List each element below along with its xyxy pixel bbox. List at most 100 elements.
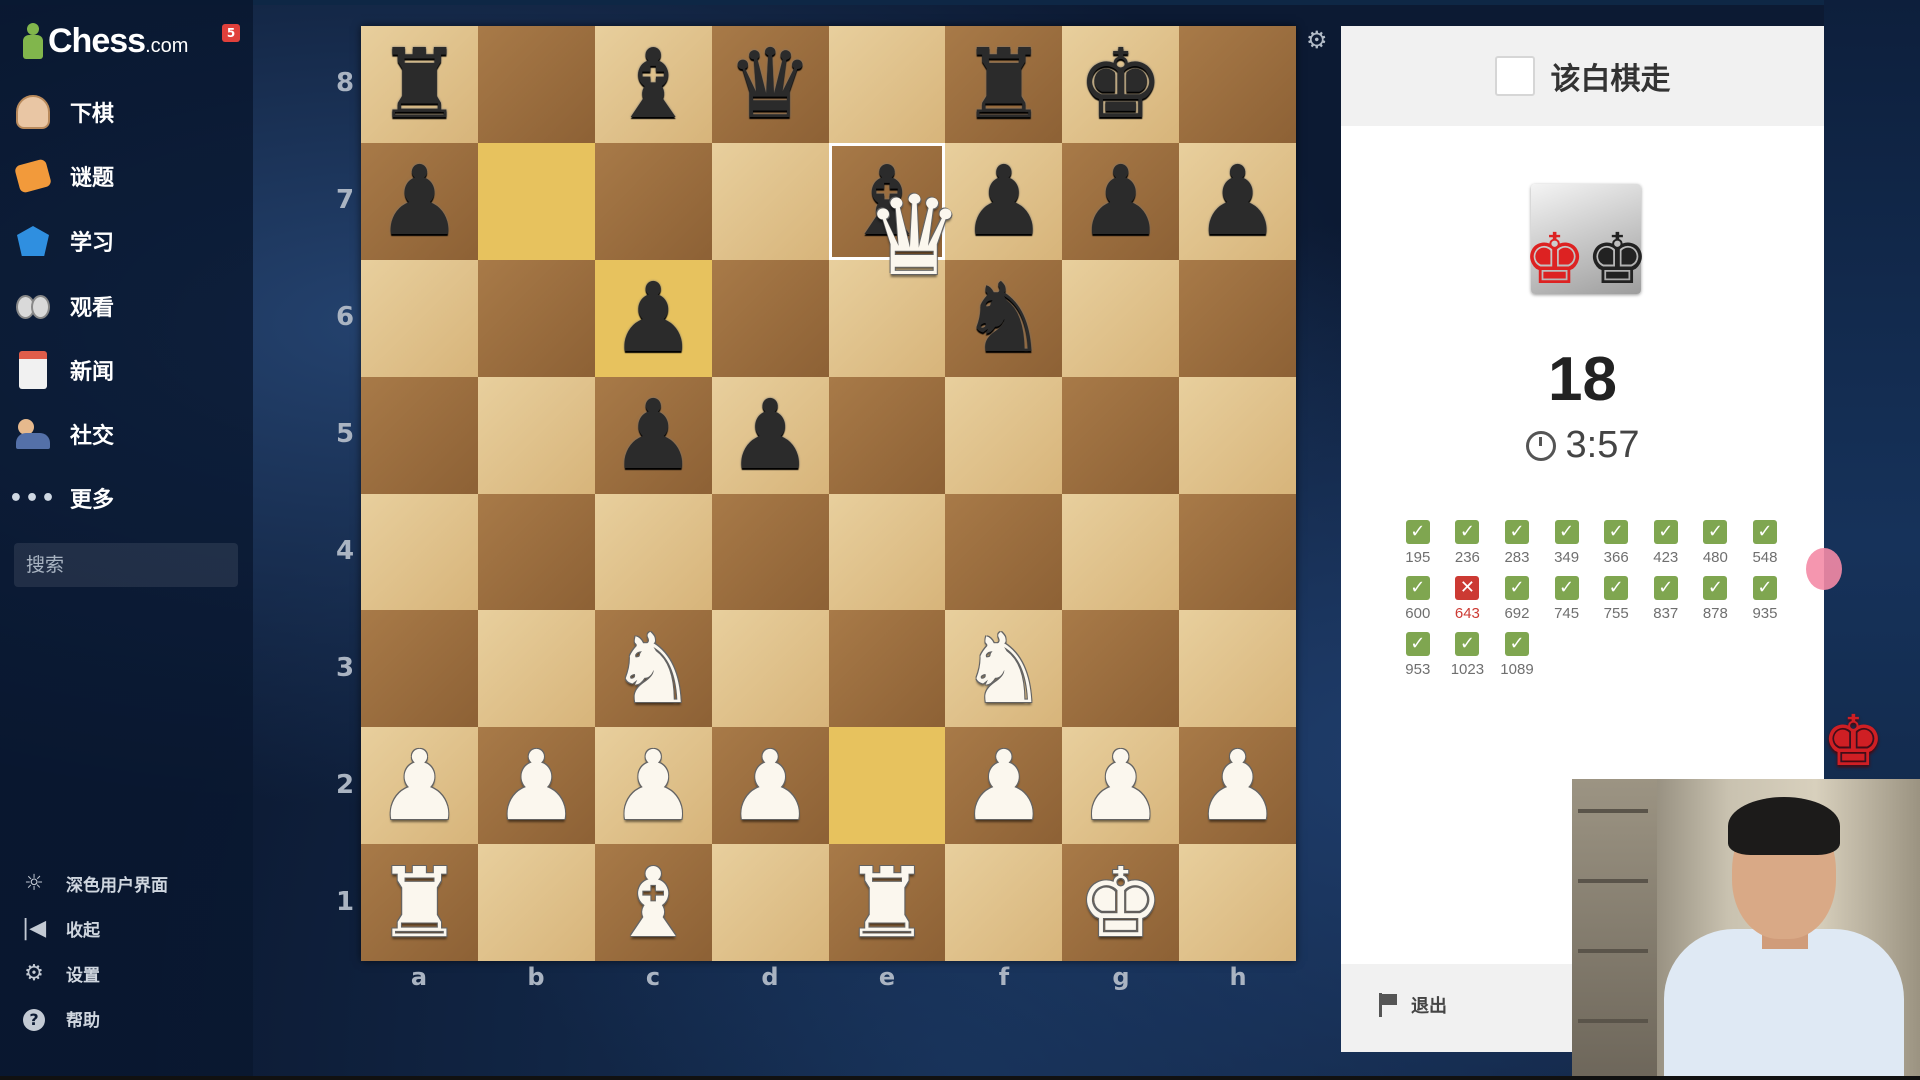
square-g6[interactable] xyxy=(1062,259,1180,377)
square-c7[interactable] xyxy=(594,142,712,260)
nav-watch[interactable]: 观看 xyxy=(14,281,244,331)
square-h4[interactable] xyxy=(1179,493,1296,611)
help-button[interactable]: ? 帮助 xyxy=(18,1001,100,1035)
square-h3[interactable] xyxy=(1179,610,1296,728)
result-item[interactable]: ✓ 1089 xyxy=(1492,632,1542,678)
nav-news[interactable]: 新闻 xyxy=(14,345,244,395)
result-item[interactable]: ✓ 548 xyxy=(1740,520,1790,566)
square-b8[interactable] xyxy=(477,26,595,143)
square-h2[interactable]: ♟ xyxy=(1179,727,1296,845)
square-f1[interactable] xyxy=(945,844,1063,961)
result-item[interactable]: ✓ 837 xyxy=(1641,576,1691,622)
square-d2[interactable]: ♟ xyxy=(711,727,829,845)
square-d1[interactable] xyxy=(711,844,829,961)
square-f3[interactable]: ♞ xyxy=(945,610,1063,728)
black-queen-piece[interactable]: ♛ xyxy=(727,36,813,132)
square-e8[interactable] xyxy=(828,26,946,143)
square-g2[interactable]: ♟ xyxy=(1062,727,1180,845)
square-h8[interactable] xyxy=(1179,26,1296,143)
white-pawn-piece[interactable]: ♟ xyxy=(1195,738,1281,834)
square-h6[interactable] xyxy=(1179,259,1296,377)
black-pawn-piece[interactable]: ♟ xyxy=(610,270,696,366)
square-e4[interactable] xyxy=(828,493,946,611)
square-h7[interactable]: ♟ xyxy=(1179,142,1296,260)
square-f2[interactable]: ♟ xyxy=(945,727,1063,845)
black-pawn-piece[interactable]: ♟ xyxy=(1195,153,1281,249)
nav-play[interactable]: 下棋 xyxy=(14,87,244,137)
black-pawn-piece[interactable]: ♟ xyxy=(610,387,696,483)
white-pawn-piece[interactable]: ♟ xyxy=(961,738,1047,834)
square-d4[interactable] xyxy=(711,493,829,611)
white-pawn-piece[interactable]: ♟ xyxy=(376,738,462,834)
settings-button[interactable]: ⚙ 设置 xyxy=(18,956,100,990)
square-f7[interactable]: ♟ xyxy=(945,142,1063,260)
square-a6[interactable] xyxy=(361,259,478,377)
square-a5[interactable] xyxy=(361,376,478,494)
square-h1[interactable] xyxy=(1179,844,1296,961)
square-a3[interactable] xyxy=(361,610,478,728)
result-item[interactable]: ✓ 349 xyxy=(1542,520,1592,566)
result-item[interactable]: ✓ 600 xyxy=(1393,576,1443,622)
black-pawn-piece[interactable]: ♟ xyxy=(727,387,813,483)
square-c8[interactable]: ♝ xyxy=(594,26,712,143)
white-rook-piece[interactable]: ♜ xyxy=(376,855,462,951)
square-c4[interactable] xyxy=(594,493,712,611)
square-b7[interactable] xyxy=(477,142,595,260)
result-item[interactable]: ✓ 745 xyxy=(1542,576,1592,622)
square-b5[interactable] xyxy=(477,376,595,494)
square-a8[interactable]: ♜ xyxy=(361,26,478,143)
square-d3[interactable] xyxy=(711,610,829,728)
black-bishop-piece[interactable]: ♝ xyxy=(610,36,696,132)
nav-learn[interactable]: 学习 xyxy=(14,216,244,266)
dark-ui-toggle[interactable]: ☼ 深色用户界面 xyxy=(18,866,168,900)
square-c2[interactable]: ♟ xyxy=(594,727,712,845)
square-g7[interactable]: ♟ xyxy=(1062,142,1180,260)
square-e3[interactable] xyxy=(828,610,946,728)
black-bishop-piece[interactable]: ♝ xyxy=(844,153,930,249)
white-bishop-piece[interactable]: ♝ xyxy=(610,855,696,951)
black-rook-piece[interactable]: ♜ xyxy=(376,36,462,132)
chess-com-logo[interactable]: Chess .com xyxy=(20,18,188,64)
black-knight-piece[interactable]: ♞ xyxy=(961,270,1047,366)
collapse-button[interactable]: |◀ 收起 xyxy=(18,911,100,945)
square-a1[interactable]: ♜ xyxy=(361,844,478,961)
white-pawn-piece[interactable]: ♟ xyxy=(1078,738,1164,834)
square-g8[interactable]: ♚ xyxy=(1062,26,1180,143)
result-item[interactable]: ✓ 423 xyxy=(1641,520,1691,566)
result-item[interactable]: ✓ 878 xyxy=(1691,576,1741,622)
white-king-piece[interactable]: ♚ xyxy=(1078,855,1164,951)
square-c6[interactable]: ♟ xyxy=(594,259,712,377)
square-h5[interactable] xyxy=(1179,376,1296,494)
square-a4[interactable] xyxy=(361,493,478,611)
result-item[interactable]: ✓ 366 xyxy=(1591,520,1641,566)
square-e7[interactable]: ♝ xyxy=(828,142,946,260)
square-g5[interactable] xyxy=(1062,376,1180,494)
square-a2[interactable]: ♟ xyxy=(361,727,478,845)
white-rook-piece[interactable]: ♜ xyxy=(844,855,930,951)
white-knight-piece[interactable]: ♞ xyxy=(961,621,1047,717)
square-b6[interactable] xyxy=(477,259,595,377)
exit-button[interactable]: 退出 xyxy=(1377,992,1447,1018)
square-b1[interactable] xyxy=(477,844,595,961)
white-pawn-piece[interactable]: ♟ xyxy=(727,738,813,834)
board-settings-gear-icon[interactable]: ⚙ xyxy=(1306,26,1328,54)
square-b3[interactable] xyxy=(477,610,595,728)
square-e1[interactable]: ♜ xyxy=(828,844,946,961)
white-pawn-piece[interactable]: ♟ xyxy=(493,738,579,834)
result-item[interactable]: ✓ 953 xyxy=(1393,632,1443,678)
result-item[interactable]: ✕ 643 xyxy=(1443,576,1493,622)
result-item[interactable]: ✓ 1023 xyxy=(1443,632,1493,678)
result-item[interactable]: ✓ 236 xyxy=(1443,520,1493,566)
result-item[interactable]: ✓ 195 xyxy=(1393,520,1443,566)
black-pawn-piece[interactable]: ♟ xyxy=(1078,153,1164,249)
square-d6[interactable] xyxy=(711,259,829,377)
square-d7[interactable] xyxy=(711,142,829,260)
nav-more[interactable]: ••• 更多 xyxy=(9,473,244,523)
side-tab[interactable] xyxy=(1806,548,1842,590)
square-f8[interactable]: ♜ xyxy=(945,26,1063,143)
square-g1[interactable]: ♚ xyxy=(1062,844,1180,961)
result-item[interactable]: ✓ 692 xyxy=(1492,576,1542,622)
square-d8[interactable]: ♛ xyxy=(711,26,829,143)
result-item[interactable]: ✓ 935 xyxy=(1740,576,1790,622)
square-g4[interactable] xyxy=(1062,493,1180,611)
